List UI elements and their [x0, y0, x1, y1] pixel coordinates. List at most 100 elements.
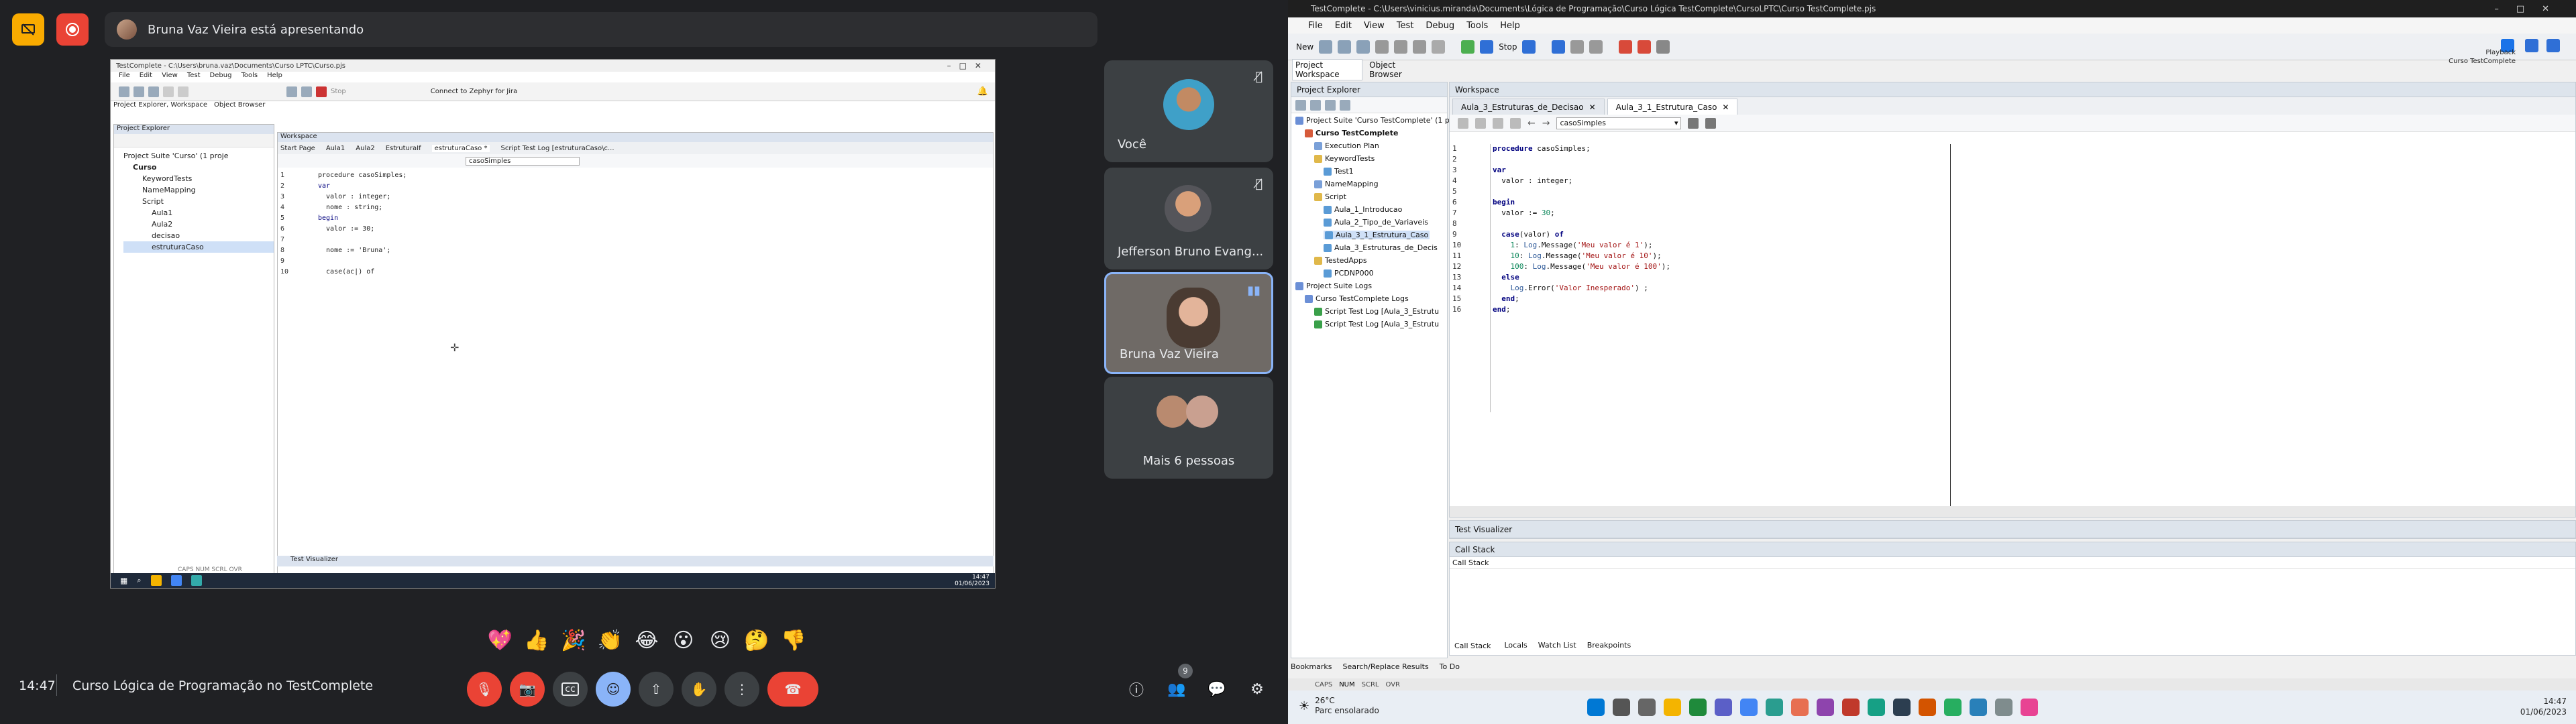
- shared-tree-item[interactable]: Aula2: [123, 219, 274, 230]
- app-icon[interactable]: [1919, 699, 1936, 716]
- chrome-icon[interactable]: [1740, 699, 1758, 716]
- shared-test-visualizer[interactable]: Test Visualizer: [277, 556, 994, 566]
- tab-call-stack[interactable]: Call Stack: [1452, 641, 1494, 651]
- reaction-laugh[interactable]: 😂: [633, 629, 661, 652]
- camera-toggle-button[interactable]: 📷: [510, 672, 545, 707]
- new-icon[interactable]: [119, 86, 129, 97]
- tree-item[interactable]: Aula_1_Introducao: [1324, 205, 1402, 214]
- add-icon[interactable]: [1295, 99, 1306, 111]
- shared-tab-object-browser[interactable]: Object Browser: [214, 101, 265, 111]
- back-icon[interactable]: ←: [1527, 118, 1536, 129]
- participant-tile[interactable]: 🎙̸ Jefferson Bruno Evang...: [1104, 168, 1273, 269]
- undo-icon[interactable]: [163, 86, 174, 97]
- app-icon[interactable]: [1842, 699, 1860, 716]
- tree-item[interactable]: Aula_3_Estruturas_de_Decis: [1324, 243, 1438, 252]
- tc-menu-debug[interactable]: Debug: [1426, 21, 1454, 31]
- record-tool-icon[interactable]: [1432, 40, 1446, 54]
- end-call-button[interactable]: ☎: [767, 672, 818, 707]
- test-visualizer-header[interactable]: Test Visualizer: [1450, 521, 2575, 538]
- tab-todo[interactable]: To Do: [1440, 662, 1460, 671]
- windows-icon[interactable]: ▦: [120, 576, 127, 585]
- reaction-thinking[interactable]: 🤔: [743, 629, 771, 652]
- reaction-clap[interactable]: 👏: [596, 629, 625, 652]
- activities-button[interactable]: ⚙: [1245, 677, 1269, 701]
- shared-tree-item-selected[interactable]: estruturaCaso: [123, 241, 274, 253]
- shared-stop-label[interactable]: Stop: [331, 88, 346, 95]
- redo-icon[interactable]: [178, 86, 189, 97]
- tree-item[interactable]: Project Suite 'Curso TestComplete' (1 pr…: [1295, 116, 1457, 125]
- tc-window-controls[interactable]: –□✕: [2494, 4, 2567, 14]
- step-icon[interactable]: [1570, 40, 1585, 54]
- app-icon[interactable]: [1995, 699, 2012, 716]
- shared-connect-label[interactable]: Connect to Zephyr for Jira: [431, 88, 518, 95]
- shared-tree-item[interactable]: KeywordTests: [123, 173, 274, 184]
- editor-tab-active[interactable]: Aula_3_1_Estrutura_Caso ✕: [1607, 99, 1738, 115]
- run-routine-icon[interactable]: [1688, 117, 1699, 129]
- open-icon[interactable]: [133, 86, 144, 97]
- tree-item[interactable]: Script Test Log [Aula_3_Estrutu: [1314, 307, 1439, 316]
- people-button[interactable]: 👥: [1165, 677, 1189, 701]
- tc-menu-tools[interactable]: Tools: [1466, 21, 1488, 31]
- app-icon[interactable]: [2021, 699, 2038, 716]
- options-icon[interactable]: [1656, 40, 1670, 54]
- tree-item[interactable]: PCDNP000: [1324, 269, 1374, 278]
- step-over-icon[interactable]: [1589, 40, 1603, 54]
- explorer-icon[interactable]: [150, 575, 162, 586]
- shared-editor-tab[interactable]: Start Page: [280, 145, 315, 152]
- routine-select[interactable]: casoSimples ▾: [1556, 117, 1682, 129]
- tree-item[interactable]: Curso TestComplete Logs: [1305, 294, 1409, 303]
- object-spy-icon[interactable]: [1619, 40, 1633, 54]
- tree-item-selected[interactable]: Aula_3_1_Estrutura_Caso: [1324, 231, 1430, 239]
- tc-stop-label[interactable]: Stop: [1499, 42, 1517, 52]
- comment-icon[interactable]: [1493, 117, 1503, 129]
- shared-menu-view[interactable]: View: [162, 72, 178, 82]
- weather-widget[interactable]: ☀ 26°C Parc ensolarado: [1299, 696, 1379, 716]
- reaction-heart[interactable]: 💖: [486, 629, 515, 652]
- uncomment-icon[interactable]: [1510, 117, 1521, 129]
- horizontal-scrollbar[interactable]: [1450, 506, 2575, 517]
- map-object-icon[interactable]: [1638, 40, 1652, 54]
- tab-search-replace[interactable]: Search/Replace Results: [1342, 662, 1428, 671]
- app-icon[interactable]: [1944, 699, 1962, 716]
- shared-editor-tab[interactable]: Aula2: [356, 145, 374, 152]
- tab-project-workspace[interactable]: Project Workspace: [1292, 59, 1363, 80]
- close-icon[interactable]: ✕: [1722, 103, 1729, 112]
- search-icon[interactable]: ⌕: [137, 576, 141, 585]
- pause-run-icon[interactable]: [2525, 39, 2538, 52]
- shared-editor-tab[interactable]: Aula1: [326, 145, 345, 152]
- app-icon[interactable]: [1893, 699, 1911, 716]
- tab-bookmarks[interactable]: Bookmarks: [1291, 662, 1332, 671]
- tree-item[interactable]: KeywordTests: [1314, 154, 1375, 163]
- tree-item[interactable]: Execution Plan: [1314, 141, 1379, 150]
- info-button[interactable]: ⓘ: [1124, 677, 1148, 701]
- tab-watch-list[interactable]: Watch List: [1538, 641, 1576, 651]
- shared-menu-edit[interactable]: Edit: [140, 72, 152, 82]
- tree-item[interactable]: NameMapping: [1314, 180, 1379, 188]
- present-button[interactable]: ⇧: [639, 672, 674, 707]
- record-tool-icon[interactable]: [301, 86, 312, 97]
- system-clock[interactable]: 14:47 01/06/2023: [2520, 696, 2567, 717]
- present-off-button[interactable]: [12, 13, 44, 46]
- shared-code[interactable]: procedure casoSimples; var valor : integ…: [318, 170, 407, 278]
- shared-tree-item[interactable]: Curso: [123, 162, 274, 173]
- testcomplete-icon[interactable]: [191, 575, 202, 586]
- indent-icon[interactable]: [1458, 117, 1468, 129]
- chrome-icon[interactable]: [170, 575, 182, 586]
- teams-icon[interactable]: [1715, 699, 1732, 716]
- tc-new-button[interactable]: New: [1296, 42, 1313, 52]
- shared-tree-item[interactable]: Script: [123, 196, 274, 207]
- code-editor[interactable]: procedure casoSimples; var valor : integ…: [1493, 144, 2063, 316]
- participant-tile[interactable]: 🎙̸ Você: [1104, 60, 1273, 162]
- shared-menu-file[interactable]: File: [119, 72, 130, 82]
- reaction-surprised[interactable]: 😮: [669, 629, 698, 652]
- app-icon[interactable]: [1791, 699, 1809, 716]
- properties-icon[interactable]: [1340, 99, 1350, 111]
- edge-icon[interactable]: [1766, 699, 1783, 716]
- reaction-thumbs-up[interactable]: 👍: [523, 629, 551, 652]
- tab-breakpoints[interactable]: Breakpoints: [1587, 641, 1631, 651]
- reactions-button[interactable]: ☺: [596, 672, 631, 707]
- tc-menu-edit[interactable]: Edit: [1335, 21, 1352, 31]
- shared-tree-item[interactable]: Aula1: [123, 207, 274, 219]
- testcomplete-icon[interactable]: [1868, 699, 1885, 716]
- cut-icon[interactable]: [1375, 40, 1389, 54]
